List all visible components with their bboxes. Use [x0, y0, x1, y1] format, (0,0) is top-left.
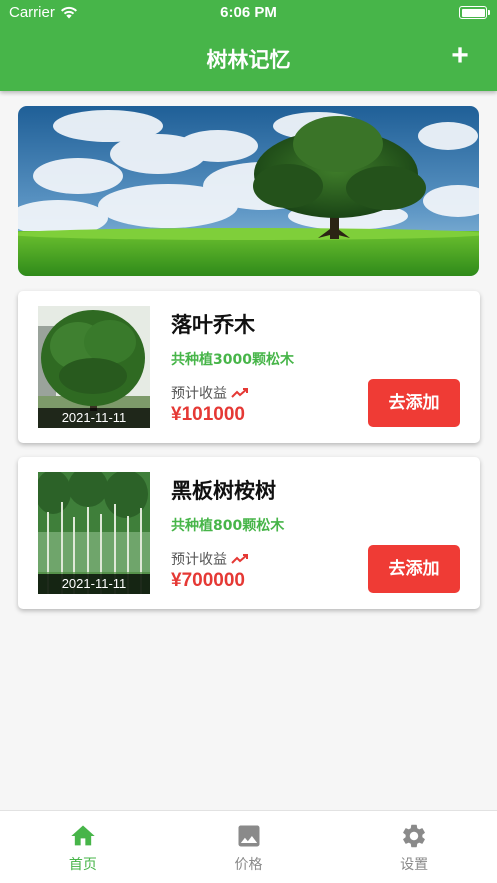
battery-icon	[459, 6, 490, 19]
tab-bar: 首页 价格 设置	[0, 810, 497, 883]
planted-count: 共种植3000颗松木	[171, 352, 294, 368]
tree-card: 2021-11-11 落叶乔木 共种植3000颗松木 预计收益 ¥101000 …	[18, 291, 480, 443]
tree-name: 落叶乔木	[171, 313, 255, 337]
estimated-price: ¥101000	[171, 404, 245, 425]
plant-date: 2021-11-11	[38, 408, 150, 428]
tab-label: 首页	[68, 857, 97, 873]
trending-up-icon	[231, 554, 248, 564]
image-icon	[238, 825, 259, 847]
tab-label: 设置	[400, 857, 429, 873]
app-header: Carrier 6:06 PM 树林记忆 +	[0, 0, 497, 91]
tab-label: 价格	[234, 857, 263, 873]
gear-icon	[403, 824, 426, 848]
trending-up-icon	[231, 388, 248, 398]
estimated-price: ¥700000	[171, 570, 245, 591]
estimated-income: 预计收益	[171, 549, 249, 569]
tab-settings[interactable]: 设置	[331, 811, 497, 883]
plant-date: 2021-11-11	[38, 574, 150, 594]
banner-image	[18, 106, 479, 276]
add-tree-button[interactable]: 去添加	[368, 545, 460, 593]
planted-count: 共种植800颗松木	[171, 518, 285, 534]
home-icon	[71, 825, 95, 846]
estimate-label: 预计收益	[171, 386, 227, 402]
add-button[interactable]: +	[445, 41, 475, 71]
status-bar: Carrier 6:06 PM	[0, 0, 497, 28]
status-time: 6:06 PM	[220, 4, 277, 21]
tab-price[interactable]: 价格	[166, 811, 332, 883]
tree-card: 2021-11-11 黑板树桉树 共种植800颗松木 预计收益 ¥700000 …	[18, 457, 480, 609]
estimated-income: 预计收益	[171, 383, 249, 403]
tree-name: 黑板树桉树	[171, 479, 276, 503]
page-title: 树林记忆	[206, 48, 291, 72]
tab-home[interactable]: 首页	[0, 811, 166, 883]
estimate-label: 预计收益	[171, 552, 227, 568]
add-tree-button[interactable]: 去添加	[368, 379, 460, 427]
